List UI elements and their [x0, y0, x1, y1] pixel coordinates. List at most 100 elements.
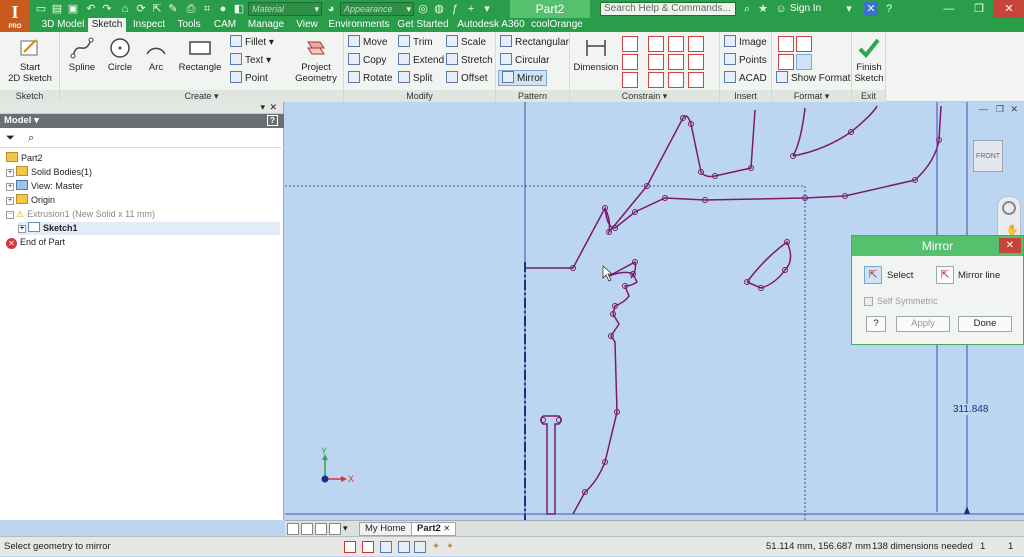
search-input[interactable]: Search Help & Commands...: [600, 2, 736, 16]
select-filter-icon[interactable]: ⇱: [150, 2, 164, 16]
cascade-icon[interactable]: [315, 523, 327, 535]
tile-vertical-icon[interactable]: [301, 523, 313, 535]
status-grid-icon[interactable]: [380, 541, 392, 553]
scale-button[interactable]: Scale: [446, 35, 486, 51]
material-combo[interactable]: Material: [248, 2, 322, 16]
document-menu-icon[interactable]: ▾: [343, 523, 348, 534]
inventor-logo[interactable]: I PRO: [0, 0, 30, 32]
horizontal-constraint-icon[interactable]: [648, 54, 664, 70]
expand-icon[interactable]: +: [6, 197, 14, 205]
viewcube[interactable]: FRONT: [973, 140, 1003, 172]
tab-cam[interactable]: CAM: [210, 18, 240, 32]
tab-inspect[interactable]: Inspect: [128, 18, 170, 32]
tab-3d-model[interactable]: 3D Model: [36, 18, 90, 32]
filter-icon[interactable]: ⏷: [6, 132, 15, 145]
stretch-button[interactable]: Stretch: [446, 53, 493, 69]
tab-autodesk-a360[interactable]: Autodesk A360: [454, 18, 528, 32]
spline-button[interactable]: Spline: [64, 36, 100, 73]
tangent-constraint-icon[interactable]: [688, 36, 704, 52]
add-icon[interactable]: +: [464, 2, 478, 16]
concentric-constraint-icon[interactable]: [622, 72, 638, 88]
print-icon[interactable]: ⎙: [184, 2, 198, 16]
extend-button[interactable]: Extend: [398, 53, 444, 69]
canvas-restore-button[interactable]: ❐: [996, 104, 1004, 115]
finish-sketch-button[interactable]: Finish Sketch: [853, 36, 885, 84]
expand-icon[interactable]: +: [18, 225, 26, 233]
fix-constraint-icon[interactable]: [668, 72, 684, 88]
steering-wheel-icon[interactable]: [1002, 201, 1016, 215]
clear-appearance-icon[interactable]: ◎: [416, 2, 430, 16]
create-panel-label[interactable]: Create ▾: [60, 90, 343, 102]
format-panel-label[interactable]: Format ▾: [772, 90, 851, 102]
update-icon[interactable]: ⟳: [134, 2, 148, 16]
tab-my-home[interactable]: My Home: [359, 522, 412, 536]
tree-node-origin[interactable]: + Origin: [6, 194, 55, 207]
tree-node-view-master[interactable]: + View: Master: [6, 180, 83, 193]
canvas-close-button[interactable]: ✕: [1010, 104, 1018, 115]
point-button[interactable]: Point: [230, 71, 268, 87]
equal-constraint-icon[interactable]: [648, 72, 664, 88]
binoculars-icon[interactable]: ⌕: [740, 2, 754, 16]
tab-close-icon[interactable]: ✕: [443, 524, 450, 533]
move-button[interactable]: Move: [348, 35, 387, 51]
undo-icon[interactable]: ↶: [84, 2, 98, 16]
center-point-icon[interactable]: [778, 54, 794, 70]
construction-icon[interactable]: [778, 36, 794, 52]
centerline-icon[interactable]: [796, 36, 812, 52]
part-icon[interactable]: ◧: [232, 2, 246, 16]
acad-button[interactable]: ACAD: [724, 71, 767, 87]
sign-in-dropdown-icon[interactable]: ▾: [842, 2, 856, 16]
tree-node-extrusion1[interactable]: − ⚠ Extrusion1 (New Solid x 11 mm): [6, 208, 155, 221]
collapse-icon[interactable]: −: [6, 211, 14, 219]
sign-in-link[interactable]: Sign In: [790, 2, 821, 16]
status-relax-icon[interactable]: ✦: [446, 537, 454, 557]
maximize-button[interactable]: ❐: [964, 0, 994, 18]
tile-horizontal-icon[interactable]: [287, 523, 299, 535]
exchange-icon[interactable]: ✕: [864, 2, 878, 16]
new-file-icon[interactable]: ▭: [34, 2, 48, 16]
vertical-constraint-icon[interactable]: [668, 54, 684, 70]
tree-node-end-of-part[interactable]: ✕ End of Part: [6, 236, 65, 249]
show-format-button[interactable]: Show Format: [776, 71, 850, 87]
expand-icon[interactable]: +: [6, 183, 14, 191]
rectangular-pattern-button[interactable]: Rectangular: [500, 35, 569, 51]
status-display-icon[interactable]: [414, 541, 426, 553]
smooth-constraint-icon[interactable]: [688, 54, 704, 70]
circle-button[interactable]: Circle: [102, 36, 138, 73]
text-button[interactable]: Text ▾: [230, 53, 271, 69]
constrain-panel-label[interactable]: Constrain ▾: [570, 90, 719, 102]
project-geometry-button[interactable]: Project Geometry: [290, 36, 342, 84]
select-geometry-button[interactable]: ⇱: [864, 266, 882, 284]
tab-sketch[interactable]: Sketch: [88, 18, 126, 32]
home-icon[interactable]: ⌂: [118, 2, 132, 16]
tree-node-sketch1[interactable]: + Sketch1: [18, 222, 280, 235]
tab-coolorange[interactable]: coolOrange: [530, 18, 584, 32]
color-icon[interactable]: ●: [216, 2, 230, 16]
offset-button[interactable]: Offset: [446, 71, 488, 87]
arrange-icon[interactable]: [329, 523, 341, 535]
dimension-value[interactable]: 311.848: [953, 404, 989, 415]
apply-button[interactable]: Apply: [896, 316, 950, 332]
appearance-combo[interactable]: Appearance: [340, 2, 414, 16]
copy-button[interactable]: Copy: [348, 53, 386, 69]
mirror-dialog-close-button[interactable]: ✕: [999, 238, 1021, 253]
rectangle-button[interactable]: Rectangle: [174, 36, 226, 73]
points-button[interactable]: Points: [724, 53, 767, 69]
redo-icon[interactable]: ↷: [100, 2, 114, 16]
tree-node-solid-bodies[interactable]: + Solid Bodies(1): [6, 166, 92, 179]
tab-get-started[interactable]: Get Started: [396, 18, 450, 32]
customize-icon[interactable]: ▾: [480, 2, 494, 16]
start-2d-sketch-button[interactable]: Start 2D Sketch: [4, 36, 56, 84]
status-lightning-icon[interactable]: ✦: [432, 537, 440, 557]
tab-part2[interactable]: Part2 ✕: [411, 522, 457, 536]
coincident-constraint-icon[interactable]: [622, 36, 638, 52]
symmetric-constraint-icon[interactable]: [688, 72, 704, 88]
user-icon[interactable]: ☺: [774, 2, 788, 16]
tab-manage[interactable]: Manage: [244, 18, 288, 32]
close-button[interactable]: ✕: [994, 0, 1024, 18]
minimize-button[interactable]: —: [934, 0, 964, 18]
dimension-button[interactable]: Dimension: [572, 36, 620, 73]
status-axis-icon[interactable]: [398, 541, 410, 553]
split-button[interactable]: Split: [398, 71, 432, 87]
sketch-icon[interactable]: ✎: [166, 2, 180, 16]
